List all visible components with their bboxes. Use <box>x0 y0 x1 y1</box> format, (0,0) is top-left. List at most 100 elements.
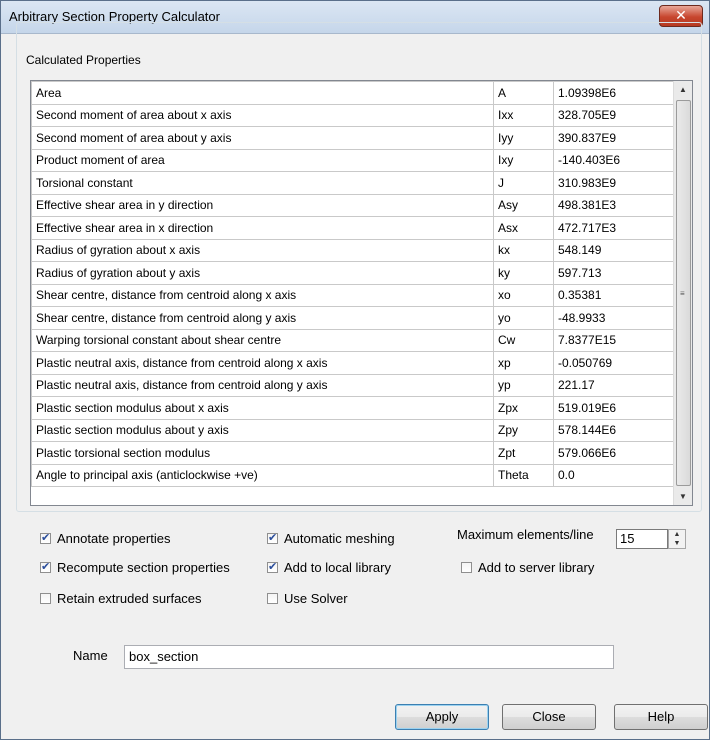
property-value-cell: -0.050769 <box>553 351 674 375</box>
property-name-cell: Plastic neutral axis, distance from cent… <box>31 373 494 397</box>
property-symbol-cell: xp <box>493 351 554 375</box>
property-name-cell: Product moment of area <box>31 148 494 172</box>
property-name-cell: Area <box>31 81 494 105</box>
spin-down-icon[interactable]: ▼ <box>669 539 685 548</box>
property-value-cell: 498.381E3 <box>553 193 674 217</box>
property-name-cell: Warping torsional constant about shear c… <box>31 328 494 352</box>
help-button[interactable]: Help <box>614 704 708 730</box>
property-name-cell: Plastic section modulus about y axis <box>31 418 494 442</box>
property-symbol-cell: xo <box>493 283 554 307</box>
property-value-cell: 390.837E9 <box>553 126 674 150</box>
property-value-cell: 0.35381 <box>553 283 674 307</box>
add-server-label: Add to server library <box>478 560 595 575</box>
property-name-cell: Plastic section modulus about x axis <box>31 396 494 420</box>
property-row[interactable]: Effective shear area in x direction Asx 47… <box>31 216 674 240</box>
property-symbol-cell: Zpy <box>493 418 554 442</box>
scroll-thumb[interactable]: ≡ <box>676 100 691 486</box>
property-row[interactable]: Plastic torsional section modulus Zpt 579.… <box>31 441 674 465</box>
property-value-cell: 310.983E9 <box>553 171 674 195</box>
property-row[interactable]: Shear centre, distance from centroid alo… <box>31 306 674 330</box>
property-symbol-cell: kx <box>493 238 554 262</box>
scroll-down-icon[interactable]: ▼ <box>674 488 692 505</box>
property-value-cell: 7.8377E15 <box>553 328 674 352</box>
annotate-properties-checkbox[interactable] <box>40 531 51 544</box>
recompute-checkbox[interactable] <box>40 560 51 573</box>
properties-grid[interactable]: Area A 1.09398E6 Second moment of area abou… <box>30 80 693 506</box>
property-value-cell: 328.705E9 <box>553 103 674 127</box>
scroll-up-icon[interactable]: ▲ <box>674 81 692 98</box>
property-row[interactable]: Plastic neutral axis, distance from cent… <box>31 373 674 397</box>
use-solver-option[interactable]: Use Solver <box>267 591 348 606</box>
recompute-label: Recompute section properties <box>57 560 230 575</box>
property-symbol-cell: yo <box>493 306 554 330</box>
add-server-checkbox[interactable] <box>461 562 472 573</box>
property-row[interactable]: Second moment of area about y axis Iyy 390… <box>31 126 674 150</box>
property-value-cell: 1.09398E6 <box>553 81 674 105</box>
property-row[interactable]: Plastic section modulus about y axis Zpy 5… <box>31 418 674 442</box>
property-value-cell: 0.0 <box>553 463 674 487</box>
property-row[interactable]: Area A 1.09398E6 <box>31 81 674 105</box>
property-value-cell: 519.019E6 <box>553 396 674 420</box>
property-symbol-cell: Zpt <box>493 441 554 465</box>
property-name-cell: Effective shear area in x direction <box>31 216 494 240</box>
add-local-checkbox[interactable] <box>267 560 278 573</box>
property-value-cell: 597.713 <box>553 261 674 285</box>
close-button[interactable]: Close <box>502 704 596 730</box>
property-row[interactable]: Second moment of area about x axis Ixx 328… <box>31 103 674 127</box>
property-symbol-cell: Asx <box>493 216 554 240</box>
properties-table: Area A 1.09398E6 Second moment of area abou… <box>31 81 674 487</box>
property-name-cell: Shear centre, distance from centroid alo… <box>31 283 494 307</box>
property-symbol-cell: A <box>493 81 554 105</box>
property-row[interactable]: Plastic neutral axis, distance from cent… <box>31 351 674 375</box>
annotate-properties-option[interactable]: Annotate properties <box>40 531 170 546</box>
property-symbol-cell: Zpx <box>493 396 554 420</box>
property-symbol-cell: Iyy <box>493 126 554 150</box>
spin-up-icon[interactable]: ▲ <box>669 530 685 539</box>
apply-button[interactable]: Apply <box>395 704 489 730</box>
property-name-cell: Shear centre, distance from centroid alo… <box>31 306 494 330</box>
property-symbol-cell: Ixy <box>493 148 554 172</box>
property-value-cell: -140.403E6 <box>553 148 674 172</box>
property-name-cell: Effective shear area in y direction <box>31 193 494 217</box>
property-value-cell: 579.066E6 <box>553 441 674 465</box>
property-value-cell: 472.717E3 <box>553 216 674 240</box>
property-name-cell: Plastic torsional section modulus <box>31 441 494 465</box>
property-symbol-cell: Theta <box>493 463 554 487</box>
property-row[interactable]: Effective shear area in y direction Asy 49… <box>31 193 674 217</box>
add-local-label: Add to local library <box>284 560 391 575</box>
max-elements-input[interactable]: 15 <box>616 529 668 549</box>
max-elements-spinner[interactable]: ▲ ▼ <box>668 529 686 549</box>
property-row[interactable]: Plastic section modulus about x axis Zpx 5… <box>31 396 674 420</box>
property-row[interactable]: Radius of gyration about y axis ky 597.713 <box>31 261 674 285</box>
annotate-properties-label: Annotate properties <box>57 531 171 546</box>
use-solver-label: Use Solver <box>284 591 348 606</box>
property-value-cell: 548.149 <box>553 238 674 262</box>
property-symbol-cell: yp <box>493 373 554 397</box>
automatic-meshing-checkbox[interactable] <box>267 531 278 544</box>
property-name-cell: Torsional constant <box>31 171 494 195</box>
property-row[interactable]: Angle to principal axis (anticlockwise +… <box>31 463 674 487</box>
retain-extruded-option[interactable]: Retain extruded surfaces <box>40 591 202 606</box>
add-local-option[interactable]: Add to local library <box>267 560 391 575</box>
property-row[interactable]: Product moment of area Ixy -140.403E6 <box>31 148 674 172</box>
property-name-cell: Plastic neutral axis, distance from cent… <box>31 351 494 375</box>
property-row[interactable]: Torsional constant J 310.983E9 <box>31 171 674 195</box>
property-symbol-cell: ky <box>493 261 554 285</box>
recompute-option[interactable]: Recompute section properties <box>40 560 230 575</box>
property-row[interactable]: Warping torsional constant about shear c… <box>31 328 674 352</box>
property-symbol-cell: Cw <box>493 328 554 352</box>
retain-extruded-checkbox[interactable] <box>40 593 51 604</box>
name-input[interactable]: box_section <box>124 645 614 669</box>
vertical-scrollbar[interactable]: ▲ ≡ ▼ <box>673 81 692 505</box>
max-elements-label: Maximum elements/line <box>457 527 594 542</box>
add-server-option[interactable]: Add to server library <box>461 560 594 575</box>
property-name-cell: Second moment of area about y axis <box>31 126 494 150</box>
grip-icon: ≡ <box>680 289 685 298</box>
property-value-cell: 221.17 <box>553 373 674 397</box>
property-symbol-cell: Asy <box>493 193 554 217</box>
property-symbol-cell: Ixx <box>493 103 554 127</box>
use-solver-checkbox[interactable] <box>267 593 278 604</box>
automatic-meshing-option[interactable]: Automatic meshing <box>267 531 395 546</box>
property-row[interactable]: Radius of gyration about x axis kx 548.149 <box>31 238 674 262</box>
property-row[interactable]: Shear centre, distance from centroid alo… <box>31 283 674 307</box>
